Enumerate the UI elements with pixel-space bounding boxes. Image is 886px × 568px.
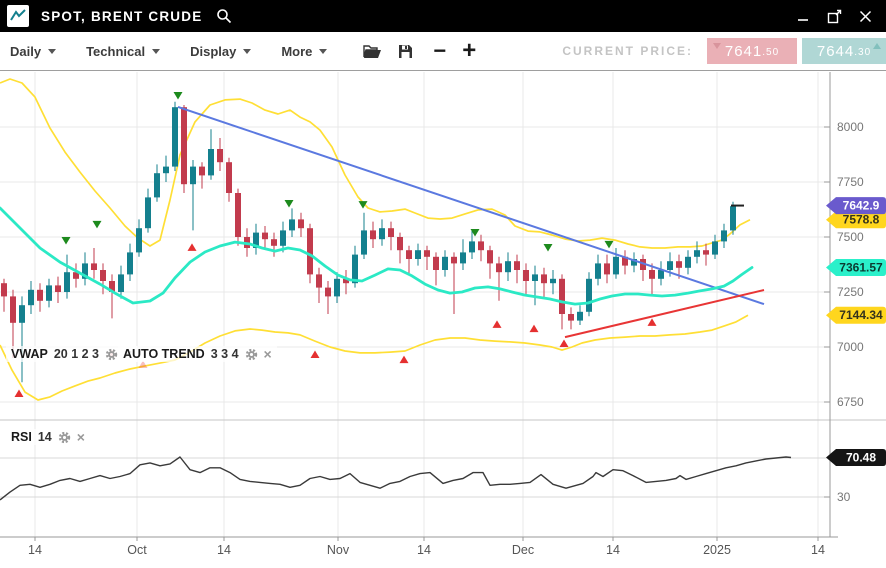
chevron-down-icon <box>243 49 251 54</box>
buy-signal-icon <box>530 325 539 333</box>
gear-icon[interactable] <box>58 431 71 444</box>
menu-technical[interactable]: Technical <box>86 44 160 59</box>
toolbar: Daily Technical Display More − + CURRENT… <box>0 32 886 71</box>
buy-signal-icon <box>560 340 569 348</box>
bid-price-button[interactable]: 7641.50 <box>707 38 797 64</box>
svg-text:7361.57: 7361.57 <box>839 260 883 274</box>
menu-more[interactable]: More <box>281 44 327 59</box>
menu-technical-label: Technical <box>86 44 145 59</box>
bid-price-int: 7641 <box>725 43 762 60</box>
chevron-down-icon <box>152 49 160 54</box>
svg-text:14: 14 <box>417 543 431 557</box>
restore-button[interactable] <box>823 5 845 27</box>
svg-text:Oct: Oct <box>127 543 147 557</box>
svg-text:7250: 7250 <box>837 285 864 299</box>
menu-more-label: More <box>281 44 312 59</box>
svg-text:Nov: Nov <box>327 543 350 557</box>
vwap-name: VWAP <box>11 347 48 361</box>
rsi-indicator-label: RSI 14 × <box>6 429 90 445</box>
svg-text:8000: 8000 <box>837 120 864 134</box>
svg-text:30: 30 <box>837 490 851 504</box>
axes <box>0 72 886 537</box>
svg-text:7750: 7750 <box>837 175 864 189</box>
candlestick-series <box>1 102 736 383</box>
svg-text:7144.34: 7144.34 <box>839 308 883 322</box>
current-price-label: CURRENT PRICE: <box>562 44 693 58</box>
auto-trend-name: AUTO TREND <box>123 347 205 361</box>
buy-signal-icon <box>493 320 502 328</box>
bid-price-dec: .50 <box>762 47 779 58</box>
zoom-out-button[interactable]: − <box>433 41 446 61</box>
trend-lines <box>178 107 764 337</box>
svg-text:7500: 7500 <box>837 230 864 244</box>
menu-daily-label: Daily <box>10 44 41 59</box>
menu-display[interactable]: Display <box>190 44 251 59</box>
gear-icon[interactable] <box>105 348 118 361</box>
buy-signal-icon <box>188 243 197 251</box>
close-icon[interactable] <box>854 5 876 27</box>
minimize-button[interactable] <box>792 5 814 27</box>
instrument-title: SPOT, BRENT CRUDE <box>41 9 202 24</box>
svg-text:7578.8: 7578.8 <box>843 213 880 227</box>
buy-signal-icon <box>311 351 320 359</box>
search-icon[interactable] <box>216 8 232 24</box>
time-axis-labels: 14 Oct 14 Nov 14 Dec 14 2025 14 <box>28 537 825 557</box>
chevron-down-icon <box>48 49 56 54</box>
rsi-params: 14 <box>38 430 52 444</box>
buy-signal-icon <box>400 356 409 364</box>
svg-text:14: 14 <box>217 543 231 557</box>
sell-signal-icon <box>174 92 183 100</box>
rsi-name: RSI <box>11 430 32 444</box>
save-icon[interactable] <box>398 44 413 59</box>
sell-signal-icon <box>62 237 71 245</box>
chevron-down-icon <box>319 49 327 54</box>
ask-price-button[interactable]: 7644.30 <box>802 38 886 64</box>
app-logo-icon <box>7 5 29 27</box>
svg-text:14: 14 <box>811 543 825 557</box>
svg-text:7000: 7000 <box>837 340 864 354</box>
close-icon[interactable]: × <box>264 348 272 360</box>
auto-trend-params: 3 3 4 <box>211 347 239 361</box>
zoom-in-button[interactable]: + <box>462 41 476 61</box>
svg-text:2025: 2025 <box>703 543 731 557</box>
title-bar: SPOT, BRENT CRUDE <box>0 0 886 32</box>
svg-text:14: 14 <box>28 543 42 557</box>
svg-text:7642.9: 7642.9 <box>843 199 880 213</box>
close-icon[interactable]: × <box>77 431 85 443</box>
buy-signal-icon <box>648 318 657 326</box>
sell-signal-icon <box>605 241 614 249</box>
ask-price-int: 7644 <box>817 43 854 60</box>
menu-display-label: Display <box>190 44 236 59</box>
sell-signal-icon <box>93 221 102 229</box>
chart-canvas[interactable]: 8000 7750 7500 7250 7000 6750 30 14 Oct 14 Nov 14 De… <box>0 0 886 568</box>
open-file-icon[interactable] <box>363 44 382 59</box>
downtrend-line <box>178 107 764 304</box>
arrow-up-icon <box>873 43 881 49</box>
rsi-line <box>0 457 791 500</box>
arrow-down-icon <box>713 43 721 49</box>
vwap-params: 20 1 2 3 <box>54 347 99 361</box>
gear-icon[interactable] <box>245 348 258 361</box>
svg-text:70.48: 70.48 <box>846 451 876 465</box>
buy-signal-icon <box>15 389 24 397</box>
sell-signal-icon <box>544 244 553 252</box>
svg-text:Dec: Dec <box>512 543 534 557</box>
ask-price-dec: .30 <box>854 47 871 58</box>
sell-signal-icon <box>285 200 294 208</box>
svg-text:14: 14 <box>606 543 620 557</box>
trading-app-window: 8000 7750 7500 7250 7000 6750 30 14 Oct 14 Nov 14 De… <box>0 0 886 568</box>
menu-daily[interactable]: Daily <box>10 44 56 59</box>
svg-text:6750: 6750 <box>837 395 864 409</box>
auto-trend-indicator-label: AUTO TREND 3 3 4 × <box>118 346 277 362</box>
